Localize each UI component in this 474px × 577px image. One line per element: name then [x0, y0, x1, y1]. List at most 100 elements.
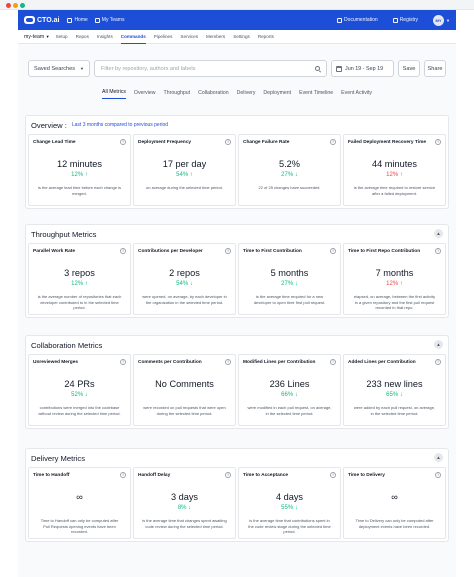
user-menu[interactable]: MY ▼ — [433, 14, 450, 26]
chevron-up-icon[interactable]: ▲ — [434, 340, 443, 349]
subnav-commands[interactable]: Commands — [120, 30, 146, 44]
info-icon[interactable]: ? — [435, 359, 441, 365]
nav-documentation[interactable]: Documentation — [337, 17, 378, 23]
arrow-down-icon: ↓ — [189, 281, 193, 287]
subnav-insights[interactable]: Insights — [97, 30, 113, 44]
metric-description: is the average number of repositories th… — [37, 294, 122, 311]
subnav-reports[interactable]: Reports — [258, 30, 274, 44]
search-input[interactable]: Filter by repository, authors and labels — [94, 60, 327, 77]
metric-description: is the average time required to restore … — [353, 185, 436, 196]
metric-title: Time to First Repo Contribution — [348, 249, 421, 254]
delivery-section: Delivery Metrics ▲ Time to Handoff ? ∞ T… — [25, 448, 449, 542]
metric-description: is the average time required for a new d… — [253, 294, 326, 305]
info-icon[interactable]: ? — [330, 472, 336, 478]
search-icon — [315, 66, 320, 71]
nav-my-teams[interactable]: My Teams — [94, 17, 124, 23]
tab-delivery[interactable]: Delivery — [237, 86, 256, 99]
change-percent: 27% — [281, 172, 294, 178]
metric-title: Unreviewed Merges — [33, 360, 79, 365]
metric-value: 4 days — [275, 492, 304, 502]
metric-description: Time to Delivery can only be computed af… — [355, 518, 434, 529]
tab-collaboration[interactable]: Collaboration — [198, 86, 229, 99]
info-icon[interactable]: ? — [330, 248, 336, 254]
change-percent: 55% — [281, 505, 294, 511]
filter-toolbar: Saved Searches ▼ Filter by repository, a… — [28, 60, 446, 77]
close-window-icon[interactable] — [6, 3, 11, 8]
metric-change: 54% ↑ — [134, 172, 235, 178]
info-icon[interactable]: ? — [435, 139, 441, 145]
metric-description: were opened, on average, by each develop… — [142, 294, 227, 305]
metric-value: 3 days — [170, 492, 199, 502]
section-header: Delivery Metrics ▲ — [26, 449, 448, 467]
info-icon[interactable]: ? — [435, 248, 441, 254]
metric-title: Parallel Work Rate — [33, 249, 76, 254]
metric-change: 65% ↓ — [344, 392, 445, 398]
metric-card: Modified Lines per Contribution ? 236 Li… — [238, 354, 341, 426]
info-icon[interactable]: ? — [435, 472, 441, 478]
metric-value: 7 months — [375, 268, 414, 278]
metric-value: 5 months — [270, 268, 309, 278]
nav-home[interactable]: Home — [67, 17, 88, 23]
info-icon[interactable]: ? — [225, 472, 231, 478]
saved-searches-dropdown[interactable]: Saved Searches ▼ — [28, 60, 90, 77]
metric-value: No Comments — [155, 379, 214, 389]
info-icon[interactable]: ? — [225, 139, 231, 145]
info-icon[interactable]: ? — [330, 359, 336, 365]
metric-change: 27% ↓ — [239, 172, 340, 178]
metric-change: 12% ↑ — [29, 281, 130, 287]
calendar-icon — [336, 65, 342, 72]
subnav-pipelines[interactable]: Pipelines — [154, 30, 173, 44]
date-range-picker[interactable]: Jun 19 - Sep 19 — [331, 60, 394, 77]
subnav-repos[interactable]: Repos — [76, 30, 89, 44]
subnav-settings[interactable]: Settings — [233, 30, 250, 44]
metric-card: Time to Acceptance ? 4 days 55% ↓ is the… — [238, 467, 341, 539]
metric-value: 44 minutes — [372, 159, 417, 169]
save-button[interactable]: Save — [398, 60, 420, 77]
metric-card: Deployment Frequency ? 17 per day 54% ↑ … — [133, 134, 236, 206]
maximize-window-icon[interactable] — [20, 3, 25, 8]
tab-event-timeline[interactable]: Event Timeline — [299, 86, 333, 99]
document-icon — [337, 17, 343, 23]
collaboration-section: Collaboration Metrics ▲ Unreviewed Merge… — [25, 335, 449, 429]
app-logo[interactable]: CTO.ai — [24, 16, 59, 24]
info-icon[interactable]: ? — [120, 248, 126, 254]
minimize-window-icon[interactable] — [13, 3, 18, 8]
change-percent: 27% — [281, 281, 294, 287]
metric-title: Change Lead Time — [33, 140, 76, 145]
metric-card: Time to Delivery ? ∞ Time to Delivery ca… — [343, 467, 446, 539]
info-icon[interactable]: ? — [330, 139, 336, 145]
metric-card: Change Lead Time ? 12 minutes 12% ↑ is t… — [28, 134, 131, 206]
info-icon[interactable]: ? — [120, 359, 126, 365]
chevron-up-icon[interactable]: ▲ — [434, 453, 443, 462]
metric-change: 8% ↓ — [134, 505, 235, 511]
insights-page: Saved Searches ▼ Filter by repository, a… — [18, 44, 456, 577]
tab-event-activity[interactable]: Event Activity — [341, 86, 372, 99]
info-icon[interactable]: ? — [120, 472, 126, 478]
section-title: Delivery Metrics — [31, 453, 86, 463]
tab-throughput[interactable]: Throughput — [164, 86, 191, 99]
section-header: Overview : Last 3 months compared to pre… — [26, 116, 448, 134]
arrow-up-icon: ↑ — [399, 281, 403, 287]
change-percent: 12% — [71, 172, 84, 178]
share-button[interactable]: Share — [424, 60, 446, 77]
metric-cards: Parallel Work Rate ? 3 repos 12% ↑ is th… — [26, 243, 448, 317]
metric-value: ∞ — [76, 492, 83, 502]
subnav-setup[interactable]: Setup — [56, 30, 68, 44]
metric-title: Time to Delivery — [348, 473, 385, 478]
arrow-down-icon: ↓ — [294, 281, 298, 287]
tab-deployment[interactable]: Deployment — [263, 86, 291, 99]
subnav-services[interactable]: Services — [180, 30, 198, 44]
team-selector[interactable]: my-team ▼ — [24, 34, 50, 40]
metric-value: 233 new lines — [366, 379, 423, 389]
chevron-up-icon[interactable]: ▲ — [434, 229, 443, 238]
change-percent: 12% — [386, 172, 399, 178]
info-icon[interactable]: ? — [225, 248, 231, 254]
info-icon[interactable]: ? — [120, 139, 126, 145]
change-percent: 12% — [386, 281, 399, 287]
info-icon[interactable]: ? — [225, 359, 231, 365]
nav-registry[interactable]: Registry — [392, 17, 418, 23]
metric-description: is the average lead time before each cha… — [38, 185, 121, 196]
tab-all-metrics[interactable]: All Metrics — [102, 86, 126, 99]
tab-overview[interactable]: Overview — [134, 86, 156, 99]
subnav-members[interactable]: Members — [206, 30, 225, 44]
